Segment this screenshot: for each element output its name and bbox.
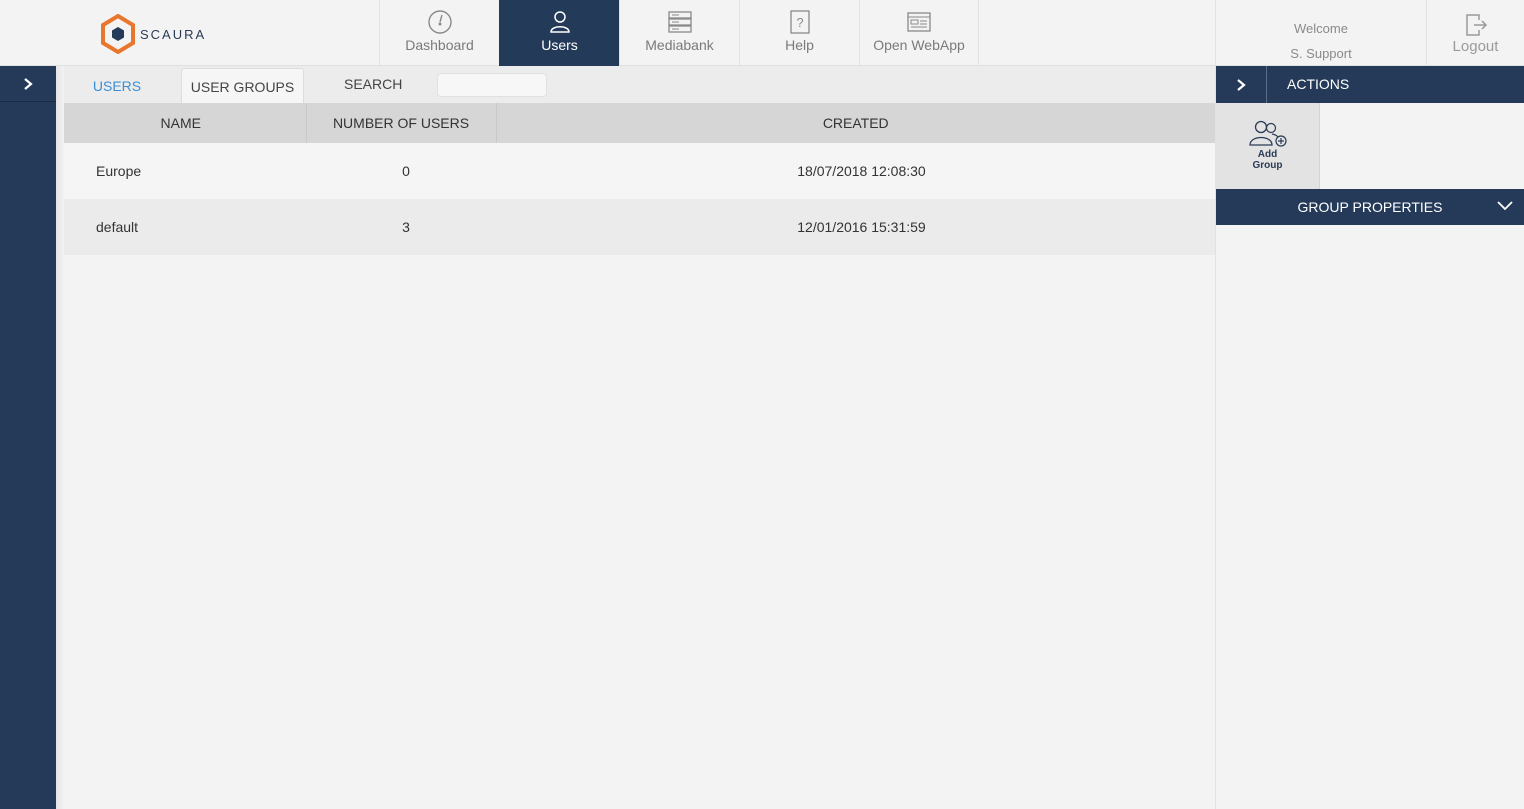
right-panel: ACTIONS Add Group GROUP PROPERTIES [1215,66,1524,809]
add-group-label-line2: Group [1252,160,1283,171]
nav-dashboard-label: Dashboard [405,37,474,53]
main-content: USERS USER GROUPS SEARCH NAME NUMBER OF … [56,66,1215,809]
cell-name: Europe [96,163,142,179]
help-icon: ? [789,10,810,34]
cell-number-of-users: 3 [402,219,410,235]
column-header-name[interactable]: NAME [56,103,307,143]
browser-icon [907,12,931,32]
cell-name: default [96,219,139,235]
actions-header: ACTIONS [1216,66,1524,103]
welcome-text: Welcome [1294,21,1348,36]
sidebar-shadow [56,66,64,809]
nav-users-label: Users [541,37,578,53]
add-group-button[interactable]: Add Group [1216,103,1320,189]
nav-users[interactable]: Users [499,0,619,66]
nav-mediabank[interactable]: Mediabank [619,0,739,66]
left-sidebar-toggle[interactable] [0,66,56,102]
table-row[interactable]: default 3 12/01/2016 15:31:59 [56,199,1215,255]
cell-created: 18/07/2018 12:08:30 [797,163,926,179]
logout-button[interactable]: Logout [1427,0,1524,66]
search-input[interactable] [437,73,547,97]
group-properties-title: GROUP PROPERTIES [1297,199,1443,215]
server-icon [667,11,692,33]
nav-dashboard[interactable]: Dashboard [379,0,499,66]
logout-label: Logout [1452,38,1499,55]
top-bar: SCAURA Dashboard Users Mediabank ? Help … [0,0,1524,66]
welcome-box: Welcome S. Support [1215,0,1427,66]
chevron-right-icon [1237,78,1246,91]
svg-text:?: ? [796,15,803,30]
table-header-row: NAME NUMBER OF USERS CREATED [56,103,1215,143]
tab-users[interactable]: USERS [62,68,172,103]
logout-icon [1465,14,1487,36]
table-row[interactable]: Europe 0 18/07/2018 12:08:30 [56,143,1215,199]
main-nav: Dashboard Users Mediabank ? Help Open We… [379,0,979,66]
cell-number-of-users: 0 [402,163,410,179]
left-sidebar [0,66,56,809]
tab-bar: USERS USER GROUPS SEARCH [56,66,1215,103]
hexagon-logo-icon [101,14,135,54]
nav-help[interactable]: ? Help [739,0,859,66]
add-group-icon [1248,120,1287,147]
user-icon [549,11,570,33]
column-header-number-of-users[interactable]: NUMBER OF USERS [306,103,497,143]
tab-user-groups[interactable]: USER GROUPS [181,68,304,103]
groups-table: NAME NUMBER OF USERS CREATED Europe 0 18… [56,103,1215,255]
cell-created: 12/01/2016 15:31:59 [797,219,926,235]
nav-open-webapp-label: Open WebApp [873,37,965,53]
search-label: SEARCH [344,76,403,92]
nav-help-label: Help [785,37,814,53]
group-properties-header[interactable]: GROUP PROPERTIES [1216,189,1524,225]
chevron-down-icon [1497,201,1513,211]
scaura-logo[interactable]: SCAURA [100,14,206,54]
brand-name: SCAURA [140,26,207,42]
chevron-right-icon [24,77,33,90]
actions-title: ACTIONS [1287,76,1350,92]
add-group-label-line1: Add [1257,149,1278,160]
nav-open-webapp[interactable]: Open WebApp [859,0,979,66]
user-name: S. Support [1290,46,1352,61]
gauge-icon [427,10,452,34]
nav-mediabank-label: Mediabank [645,37,714,53]
right-panel-toggle[interactable] [1216,66,1267,103]
column-header-created[interactable]: CREATED [496,103,1215,143]
